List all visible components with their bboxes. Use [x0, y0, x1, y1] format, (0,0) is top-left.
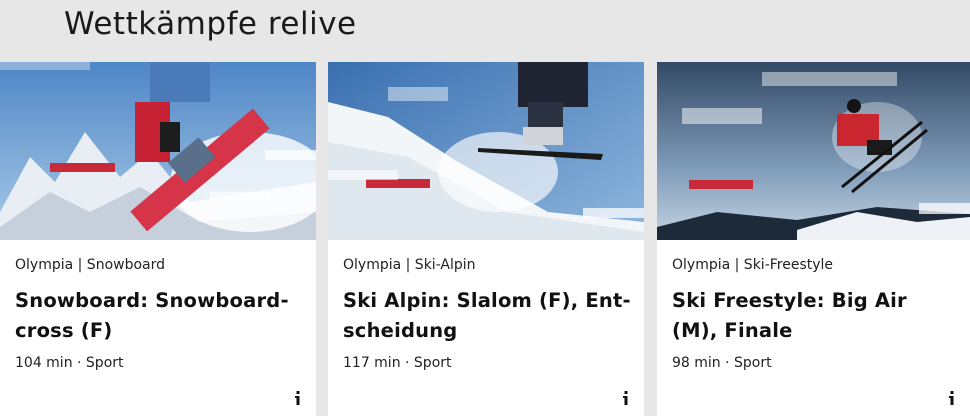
info-button[interactable]	[288, 388, 308, 408]
card-title[interactable]: Ski Alpin: Slalom (F), Ent-scheidung	[343, 286, 632, 346]
ski-alpin-thumbnail-image	[328, 62, 644, 240]
ski-freestyle-thumbnail-image	[657, 62, 970, 240]
video-card-snowboard[interactable]: Olympia | Snowboard Snowboard: Snowboard…	[0, 62, 316, 416]
snowboard-thumbnail-image	[0, 62, 316, 240]
card-kicker: Olympia | Snowboard	[15, 257, 166, 273]
card-kicker: Olympia | Ski-Freestyle	[672, 257, 834, 273]
video-card-ski-alpin[interactable]: Olympia | Ski-Alpin Ski Alpin: Slalom (F…	[328, 62, 644, 416]
video-thumbnail[interactable]	[0, 62, 316, 240]
video-card-ski-freestyle[interactable]: Olympia | Ski-Freestyle Ski Freestyle: B…	[657, 62, 970, 416]
card-title[interactable]: Snowboard: Snowboard-cross (F)	[15, 286, 304, 346]
card-meta: 98 min · Sport	[672, 355, 772, 371]
info-icon	[623, 391, 628, 405]
card-meta: 104 min · Sport	[15, 355, 124, 371]
card-title[interactable]: Ski Freestyle: Big Air (M), Finale	[672, 286, 958, 346]
card-kicker: Olympia | Ski-Alpin	[343, 257, 476, 273]
video-thumbnail[interactable]	[657, 62, 970, 240]
section-title: Wettkämpfe relive	[64, 6, 357, 42]
info-icon	[295, 391, 300, 405]
info-icon	[949, 391, 954, 405]
info-button[interactable]	[942, 388, 962, 408]
info-button[interactable]	[616, 388, 636, 408]
card-meta: 117 min · Sport	[343, 355, 452, 371]
video-thumbnail[interactable]	[328, 62, 644, 240]
